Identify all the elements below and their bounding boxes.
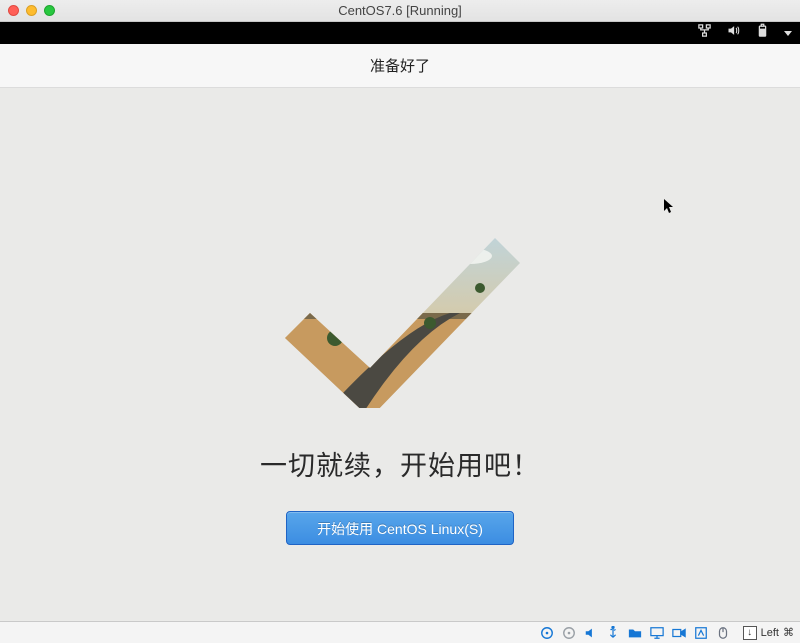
audio-icon[interactable]	[583, 625, 599, 641]
usb-icon[interactable]	[605, 625, 621, 641]
display-icon[interactable]	[649, 625, 665, 641]
window-title: CentOS7.6 [Running]	[0, 3, 800, 18]
gnome-header: 准备好了	[0, 44, 800, 88]
battery-icon[interactable]	[755, 23, 770, 43]
mouse-cursor-icon	[663, 198, 675, 217]
mouse-integration-icon[interactable]	[715, 625, 731, 641]
page-title: 准备好了	[370, 55, 430, 76]
checkmark-graphic	[280, 218, 520, 408]
network-icon[interactable]	[697, 23, 712, 43]
recording-icon[interactable]	[671, 625, 687, 641]
volume-icon[interactable]	[726, 23, 741, 43]
virtualization-icon[interactable]	[693, 625, 709, 641]
virtualbox-status-bar: ↓ Left ⌘	[0, 621, 800, 643]
system-menu-caret-icon[interactable]	[784, 31, 792, 36]
host-key-symbol: ⌘	[783, 626, 794, 639]
host-key-label: Left	[761, 627, 779, 639]
shared-folder-icon[interactable]	[627, 625, 643, 641]
optical-drive-icon[interactable]	[561, 625, 577, 641]
start-using-button[interactable]: 开始使用 CentOS Linux(S)	[286, 511, 514, 545]
host-key-indicator[interactable]: ↓ Left ⌘	[743, 626, 794, 640]
hard-disk-icon[interactable]	[539, 625, 555, 641]
ready-heading: 一切就续，开始用吧！	[260, 444, 540, 483]
mac-titlebar: CentOS7.6 [Running]	[0, 0, 800, 22]
vm-guest-menubar	[0, 22, 800, 44]
gnome-body: 一切就续，开始用吧！ 开始使用 CentOS Linux(S)	[0, 88, 800, 621]
host-key-arrow-icon: ↓	[743, 626, 757, 640]
